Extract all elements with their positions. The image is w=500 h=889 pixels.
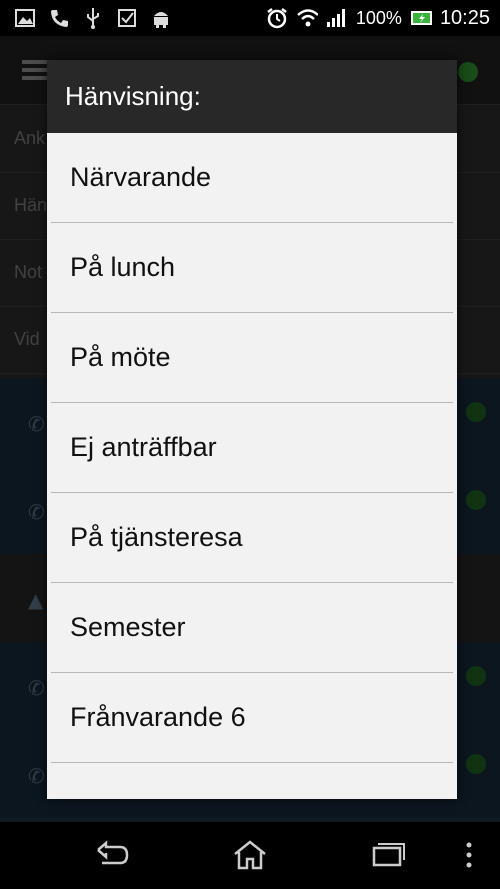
clock: 10:25 [439, 6, 490, 29]
option-lunch[interactable]: På lunch [51, 223, 453, 313]
option-unreachable[interactable]: Ej anträffbar [51, 403, 453, 493]
battery-percentage: 100% [355, 7, 402, 28]
dialog-title: Hänvisning: [47, 60, 457, 133]
option-present[interactable]: Närvarande [51, 133, 453, 223]
navigation-bar [0, 822, 500, 889]
option-business-trip[interactable]: På tjänsteresa [51, 493, 453, 583]
overflow-menu-icon[interactable] [464, 840, 478, 872]
back-icon[interactable] [94, 840, 134, 872]
recent-apps-icon[interactable] [370, 840, 410, 872]
status-bar-system: 100% 10:25 [266, 7, 500, 30]
call-icon [48, 7, 70, 29]
signal-icon [326, 7, 348, 29]
usb-icon [82, 7, 104, 29]
status-bar: 100% 10:25 [0, 0, 500, 36]
android-icon [150, 7, 172, 29]
option-vacation[interactable]: Semester [51, 583, 453, 673]
checkbox-icon [116, 7, 138, 29]
gallery-icon [14, 7, 36, 29]
redirect-dialog: Hänvisning: Närvarande På lunch På möte … [47, 60, 457, 799]
wifi-icon [296, 7, 318, 29]
option-meeting[interactable]: På möte [51, 313, 453, 403]
alarm-icon [266, 7, 288, 29]
home-icon[interactable] [232, 840, 272, 872]
option-absent-6[interactable]: Frånvarande 6 [51, 673, 453, 763]
status-bar-notifications [0, 7, 172, 29]
battery-icon [410, 7, 432, 29]
